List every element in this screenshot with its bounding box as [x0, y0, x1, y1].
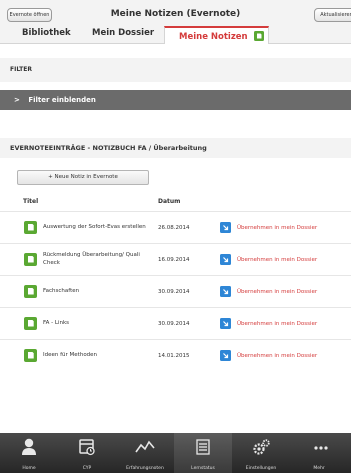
evernote-note-icon [24, 253, 37, 266]
table-row[interactable]: Ideen für Methoden 14.01.2015 Übernehmen… [0, 339, 351, 371]
nav-mehr-label: Mehr [313, 466, 325, 471]
nav-lernstatus-label: Lernstatus [191, 466, 215, 471]
note-date: 26.08.2014 [158, 224, 190, 231]
evernote-note-icon [24, 349, 37, 362]
note-date: 16.09.2014 [158, 256, 190, 263]
person-icon [22, 438, 36, 455]
adopt-label: Übernehmen in mein Dossier [237, 256, 318, 263]
nav-home[interactable]: Home [0, 433, 58, 473]
tab-bibliothek[interactable]: Bibliothek [22, 28, 71, 38]
top-bar: Evernote öffnen Meine Notizen (Evernote)… [0, 0, 351, 26]
notebook-heading: EVERNOTEEINTRÄGE - NOTIZBUCH FA / Überar… [0, 138, 351, 158]
nav-mehr[interactable]: Mehr [290, 433, 351, 473]
note-date: 14.01.2015 [158, 352, 190, 359]
tab-meine-notizen-label: Meine Notizen [179, 32, 248, 42]
import-icon [220, 286, 231, 297]
nav-home-label: Home [22, 466, 36, 471]
import-icon [220, 350, 231, 361]
adopt-to-dossier-button[interactable]: Übernehmen in mein Dossier [220, 221, 317, 234]
evernote-note-icon [24, 317, 37, 330]
chevron-right-icon: > [14, 96, 20, 104]
filter-toggle[interactable]: > Filter einblenden [0, 90, 351, 110]
adopt-label: Übernehmen in mein Dossier [237, 288, 318, 295]
page-title: Meine Notizen (Evernote) [110, 9, 241, 19]
adopt-to-dossier-button[interactable]: Übernehmen in mein Dossier [220, 285, 317, 298]
tab-mein-dossier[interactable]: Mein Dossier [92, 28, 154, 38]
adopt-label: Übernehmen in mein Dossier [237, 224, 318, 231]
note-date: 30.09.2014 [158, 288, 190, 295]
filter-toggle-label: Filter einblenden [28, 96, 96, 104]
table-row[interactable]: Auswertung der Sofort-Evas erstellen 26.… [0, 211, 351, 243]
adopt-to-dossier-button[interactable]: Übernehmen in mein Dossier [220, 253, 317, 266]
import-icon [220, 318, 231, 329]
adopt-label: Übernehmen in mein Dossier [237, 320, 318, 327]
nav-einstellungen[interactable]: Einstellungen [232, 433, 290, 473]
chart-line-icon [135, 440, 155, 453]
column-header-title: Titel [23, 198, 39, 205]
tab-bar: Bibliothek Mein Dossier Meine Notizen [0, 26, 351, 44]
import-icon [220, 254, 231, 265]
nav-cyp[interactable]: CYP [58, 433, 116, 473]
calendar-icon [79, 439, 95, 456]
nav-erfahrungsnoten[interactable]: Erfahrungsnoten [116, 433, 174, 473]
filter-heading: FILTER [0, 58, 351, 82]
evernote-icon [253, 31, 264, 41]
note-title: Auswertung der Sofort-Evas erstellen [43, 223, 146, 230]
note-title: Rückmeldung Überarbeitung/ Quali Check [43, 252, 140, 266]
nav-lernstatus[interactable]: Lernstatus [174, 433, 232, 473]
note-date: 30.09.2014 [158, 320, 190, 327]
adopt-to-dossier-button[interactable]: Übernehmen in mein Dossier [220, 349, 317, 362]
gears-icon [253, 439, 270, 455]
note-title: FA - Links [43, 319, 70, 326]
evernote-note-icon [24, 285, 37, 298]
evernote-note-icon [24, 221, 37, 234]
new-note-button[interactable]: + Neue Notiz in Evernote [17, 170, 149, 185]
more-icon [313, 446, 328, 450]
refresh-button[interactable]: Aktualisieren [314, 8, 351, 22]
table-row[interactable]: FA - Links 30.09.2014 Übernehmen in mein… [0, 307, 351, 339]
adopt-to-dossier-button[interactable]: Übernehmen in mein Dossier [220, 317, 317, 330]
table-row[interactable]: Fachschaften 30.09.2014 Übernehmen in me… [0, 275, 351, 307]
note-title: Fachschaften [43, 287, 80, 294]
list-icon [196, 439, 210, 455]
bottom-nav: Home CYP Erfahrungsnoten Lernstatus Eins… [0, 433, 351, 473]
nav-cyp-label: CYP [82, 466, 92, 471]
note-title: Ideen für Methoden [43, 351, 98, 358]
tab-meine-notizen[interactable]: Meine Notizen [164, 26, 269, 44]
adopt-label: Übernehmen in mein Dossier [237, 352, 318, 359]
nav-erfahrungsnoten-label: Erfahrungsnoten [126, 466, 164, 471]
column-header-date: Datum [158, 198, 181, 205]
table-row[interactable]: Rückmeldung Überarbeitung/ Quali Check 1… [0, 243, 351, 275]
import-icon [220, 222, 231, 233]
nav-einstellungen-label: Einstellungen [245, 466, 277, 471]
